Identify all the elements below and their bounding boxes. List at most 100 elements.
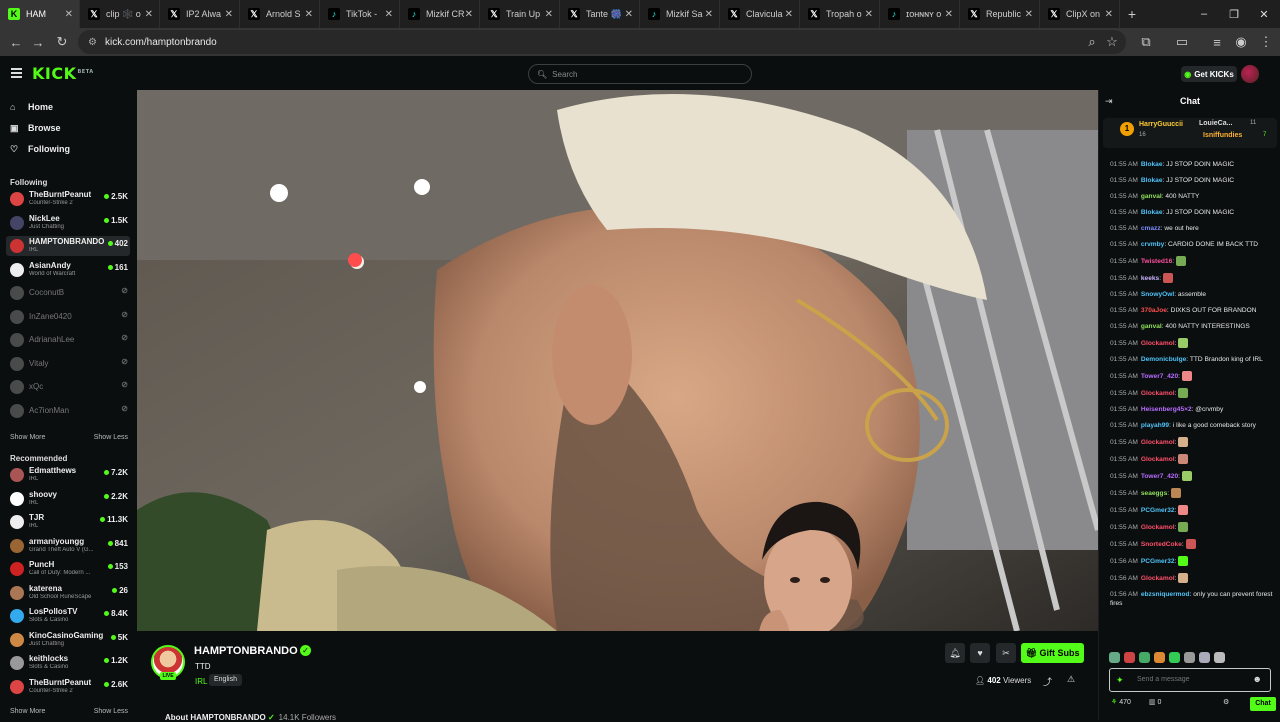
new-tab-icon[interactable]: + — [1120, 6, 1144, 22]
show-less-link[interactable]: Show Less — [94, 434, 128, 441]
site-info-icon[interactable]: ⚙ — [88, 37, 97, 48]
message-username[interactable]: ganval — [1141, 323, 1162, 330]
message-username[interactable]: SnortedCoke — [1141, 541, 1182, 548]
reload-icon[interactable]: ↻ — [50, 30, 74, 54]
message-username[interactable]: SnowyOwl — [1141, 291, 1174, 298]
close-tab-icon[interactable]: ✕ — [945, 9, 953, 20]
sidebar-channel[interactable]: TJR IRL 11.3K — [6, 512, 130, 532]
close-tab-icon[interactable]: ✕ — [705, 9, 713, 20]
message-username[interactable]: keeks — [1141, 275, 1159, 282]
sidebar-channel[interactable]: shoovy IRL 2.2K — [6, 489, 130, 509]
message-username[interactable]: Twisted16 — [1141, 258, 1172, 265]
streamer-name[interactable]: HAMPTONBRANDO — [194, 645, 298, 657]
close-tab-icon[interactable]: ✕ — [385, 9, 393, 20]
show-more-link[interactable]: Show More — [10, 708, 45, 715]
sidebar-channel[interactable]: InZane0420 ⊘ — [6, 307, 130, 327]
minimize-icon[interactable]: – — [1188, 0, 1220, 28]
chat-message-input[interactable]: ✦ ☻ — [1109, 668, 1271, 692]
leaderboard-user[interactable]: HarryGuuccii — [1139, 121, 1183, 128]
message-username[interactable]: Demonicbulge — [1141, 356, 1186, 363]
leaderboard-user[interactable]: LouieCa... — [1199, 120, 1232, 127]
nav-home[interactable]: ⌂ Home — [10, 99, 53, 115]
message-username[interactable]: Blokae — [1141, 177, 1163, 184]
browser-tab[interactable]: 𝕏clip 🕸️ o ✕ — [80, 0, 160, 28]
restore-icon[interactable]: ❐ — [1218, 0, 1250, 28]
message-username[interactable]: 370aJoe — [1141, 307, 1167, 314]
show-less-link[interactable]: Show Less — [94, 708, 128, 715]
clip-icon[interactable]: ✂ — [996, 643, 1016, 663]
profile-icon[interactable]: ◉ — [1229, 30, 1253, 54]
close-tab-icon[interactable]: ✕ — [625, 9, 633, 20]
sidebar-channel[interactable]: katerena Old School RuneScape 26 — [6, 583, 130, 603]
message-username[interactable]: seaeggs — [1141, 490, 1167, 497]
browser-menu-icon[interactable]: ⋮ — [1254, 30, 1278, 54]
close-tab-icon[interactable]: ✕ — [145, 9, 153, 20]
extensions-icon[interactable]: ⧉ — [1134, 30, 1158, 54]
message-username[interactable]: Glockamol — [1141, 390, 1175, 397]
browser-tab[interactable]: 𝕏 Train Up ✕ — [480, 0, 560, 28]
get-kicks-button[interactable]: ◉ Get KICKs — [1181, 66, 1237, 82]
sidebar-channel[interactable]: CoconutB ⊘ — [6, 283, 130, 303]
emoji-picker-icon[interactable]: ☻ — [1253, 674, 1262, 684]
url-field[interactable]: ⚙ kick.com/hamptonbrando — [78, 30, 1126, 54]
stream-category[interactable]: IRL — [195, 677, 207, 686]
sidebar-channel[interactable]: AsianAndy World of Warcraft 161 — [6, 260, 130, 280]
sidebar-channel[interactable]: HAMPTONBRANDO IRL 402 — [6, 236, 130, 256]
close-tab-icon[interactable]: ✕ — [65, 9, 73, 20]
sidebar-channel[interactable]: keithlocks Slots & Casino 1.2K — [6, 653, 130, 673]
message-username[interactable]: Tower7_420 — [1141, 373, 1178, 380]
emote-icon[interactable] — [1139, 652, 1150, 663]
message-username[interactable]: Heisenberg45×2 — [1141, 406, 1192, 413]
message-username[interactable]: Tower7_420 — [1141, 473, 1178, 480]
browser-tab[interactable]: ♪ Mizkif Sa ✕ — [640, 0, 720, 28]
browser-tab[interactable]: K HAM ✕ — [0, 0, 80, 28]
close-tab-icon[interactable]: ✕ — [545, 9, 553, 20]
video-player[interactable] — [137, 90, 1098, 631]
browser-tab[interactable]: 𝕏 Tante 🎆 ✕ — [560, 0, 640, 28]
sidebar-channel[interactable]: Edmatthews IRL 7.2K — [6, 465, 130, 485]
sidebar-channel[interactable]: NickLee Just Chatting 1.5K — [6, 213, 130, 233]
browser-tab[interactable]: 𝕏 ClipX on ✕ — [1040, 0, 1120, 28]
message-username[interactable]: cmazz — [1141, 225, 1161, 232]
sidebar-channel[interactable]: KinoCasinoGaming Just Chatting 5K — [6, 630, 130, 650]
browser-tab[interactable]: 𝕏 Clavicula ✕ — [720, 0, 800, 28]
emote-icon[interactable] — [1124, 652, 1135, 663]
message-username[interactable]: Blokae — [1141, 209, 1163, 216]
browser-tab[interactable]: ♪ ɪᴏʜɴɴʏ o ✕ — [880, 0, 960, 28]
share-icon[interactable]: ⤴ — [1043, 675, 1052, 688]
bookmark-star-icon[interactable]: ☆ — [1100, 30, 1124, 54]
sidebar-channel[interactable]: Ac7ionMan ⊘ — [6, 401, 130, 421]
browser-tab[interactable]: ♪ Mizkif CR ✕ — [400, 0, 480, 28]
emote-icon[interactable] — [1109, 652, 1120, 663]
message-username[interactable]: playah99 — [1141, 422, 1169, 429]
close-tab-icon[interactable]: ✕ — [225, 9, 233, 20]
chat-settings-icon[interactable]: ⚙ — [1223, 698, 1229, 706]
message-username[interactable]: Glockamol — [1141, 575, 1175, 582]
gift-subs-button[interactable]: 🎁︎ Gift Subs — [1021, 643, 1084, 663]
sparkle-icon[interactable]: ✦ — [1116, 675, 1124, 686]
report-icon[interactable]: ⚠ — [1067, 674, 1075, 685]
send-chat-button[interactable]: Chat — [1250, 697, 1276, 711]
close-tab-icon[interactable]: ✕ — [465, 9, 473, 20]
close-tab-icon[interactable]: ✕ — [865, 9, 873, 20]
user-avatar[interactable] — [1241, 65, 1259, 83]
kick-logo[interactable]: KICKBETA — [32, 64, 94, 83]
sidebar-channel[interactable]: TheBurntPeanut Counter-Strike 2 2.5K — [6, 189, 130, 209]
emote-icon[interactable] — [1184, 652, 1195, 663]
close-tab-icon[interactable]: ✕ — [305, 9, 313, 20]
show-more-link[interactable]: Show More — [10, 434, 45, 441]
message-username[interactable]: crvmby — [1141, 241, 1164, 248]
nav-following[interactable]: ♡ Following — [10, 141, 70, 157]
follow-heart-icon[interactable]: ♥ — [970, 643, 990, 663]
message-username[interactable]: ebzsniquermod — [1141, 591, 1190, 598]
close-tab-icon[interactable]: ✕ — [785, 9, 793, 20]
emote-icon[interactable] — [1154, 652, 1165, 663]
sidebar-channel[interactable]: Vitaly ⊘ — [6, 354, 130, 374]
sidebar-channel[interactable]: AdrianahLee ⊘ — [6, 330, 130, 350]
emote-icon[interactable] — [1169, 652, 1180, 663]
browser-tab[interactable]: 𝕏 Tropah o ✕ — [800, 0, 880, 28]
browser-tab[interactable]: 𝕏 IP2 Alwa ✕ — [160, 0, 240, 28]
close-window-icon[interactable]: ✕ — [1248, 0, 1280, 28]
browser-tab[interactable]: 𝕏 Arnold S ✕ — [240, 0, 320, 28]
notifications-bell-icon[interactable]: 🔔︎ — [945, 643, 965, 663]
